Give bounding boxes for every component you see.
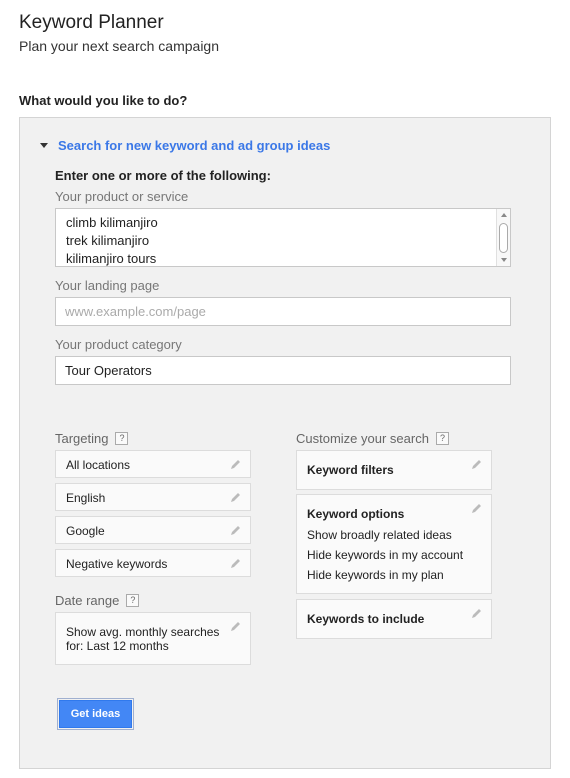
- product-textarea[interactable]: climb kilimanjiro trek kilimanjiro kilim…: [55, 208, 511, 267]
- pencil-icon: [470, 607, 483, 620]
- pencil-icon: [229, 620, 242, 633]
- question-heading: What would you like to do?: [19, 93, 188, 108]
- customize-heading: Customize your search ?: [296, 431, 449, 446]
- landing-page-label: Your landing page: [55, 278, 160, 293]
- targeting-item-label: Google: [66, 524, 105, 538]
- product-label: Your product or service: [55, 189, 189, 204]
- targeting-negative-keywords[interactable]: Negative keywords: [55, 549, 251, 577]
- customize-label: Customize your search: [296, 431, 429, 446]
- keyword-ideas-panel: Search for new keyword and ad group idea…: [19, 117, 551, 769]
- scroll-thumb[interactable]: [499, 223, 508, 253]
- keywords-to-include-title: Keywords to include: [307, 612, 425, 626]
- targeting-item-label: All locations: [66, 458, 131, 472]
- targeting-heading: Targeting ?: [55, 431, 129, 446]
- textarea-scrollbar[interactable]: [496, 209, 510, 266]
- date-range-line: Show avg. monthly searches: [66, 625, 220, 639]
- pencil-icon: [470, 502, 483, 515]
- instruction-label: Enter one or more of the following:: [55, 168, 271, 183]
- keyword-option: Hide keywords in my plan: [307, 568, 444, 582]
- pencil-icon: [470, 458, 483, 471]
- category-label: Your product category: [55, 337, 182, 352]
- keyword-option: Show broadly related ideas: [307, 528, 452, 542]
- scroll-down-icon[interactable]: [501, 258, 507, 262]
- pencil-icon: [229, 557, 242, 570]
- date-range-label: Date range: [55, 593, 120, 608]
- targeting-item-label: English: [66, 491, 106, 505]
- keyword-options-title: Keyword options: [307, 507, 405, 521]
- page-subtitle: Plan your next search campaign: [19, 38, 219, 54]
- date-range-box[interactable]: Show avg. monthly searches for: Last 12 …: [55, 612, 251, 665]
- section-title: Search for new keyword and ad group idea…: [58, 138, 331, 153]
- page-title: Keyword Planner: [19, 12, 164, 33]
- section-toggle[interactable]: Search for new keyword and ad group idea…: [40, 138, 330, 153]
- keywords-to-include-box[interactable]: Keywords to include: [296, 599, 492, 639]
- help-icon[interactable]: ?: [115, 432, 129, 445]
- pencil-icon: [229, 491, 242, 504]
- get-ideas-button[interactable]: Get ideas: [57, 698, 134, 730]
- landing-page-input[interactable]: www.example.com/page: [55, 297, 511, 326]
- triangle-down-icon: [40, 143, 48, 148]
- help-icon[interactable]: ?: [435, 432, 449, 445]
- keyword-option: Hide keywords in my account: [307, 548, 464, 562]
- scroll-up-icon[interactable]: [501, 213, 507, 217]
- keyword-filters-title: Keyword filters: [307, 463, 394, 477]
- targeting-network[interactable]: Google: [55, 516, 251, 544]
- product-line: climb kilimanjiro: [66, 215, 158, 230]
- targeting-item-label: Negative keywords: [66, 557, 168, 571]
- targeting-language[interactable]: English: [55, 483, 251, 511]
- targeting-locations[interactable]: All locations: [55, 450, 251, 478]
- pencil-icon: [229, 524, 242, 537]
- product-lines: climb kilimanjiro trek kilimanjiro kilim…: [66, 214, 158, 266]
- help-icon[interactable]: ?: [126, 594, 140, 607]
- date-range-line: for: Last 12 months: [66, 639, 169, 653]
- keyword-filters-box[interactable]: Keyword filters: [296, 450, 492, 490]
- category-input[interactable]: Tour Operators: [55, 356, 511, 385]
- product-line: trek kilimanjiro: [66, 233, 150, 248]
- product-line: kilimanjiro tours: [66, 251, 157, 266]
- date-range-text: Show avg. monthly searches for: Last 12 …: [66, 625, 219, 653]
- targeting-label: Targeting: [55, 431, 109, 446]
- keyword-options-box[interactable]: Keyword options Show broadly related ide…: [296, 494, 492, 594]
- date-range-heading: Date range ?: [55, 593, 140, 608]
- pencil-icon: [229, 458, 242, 471]
